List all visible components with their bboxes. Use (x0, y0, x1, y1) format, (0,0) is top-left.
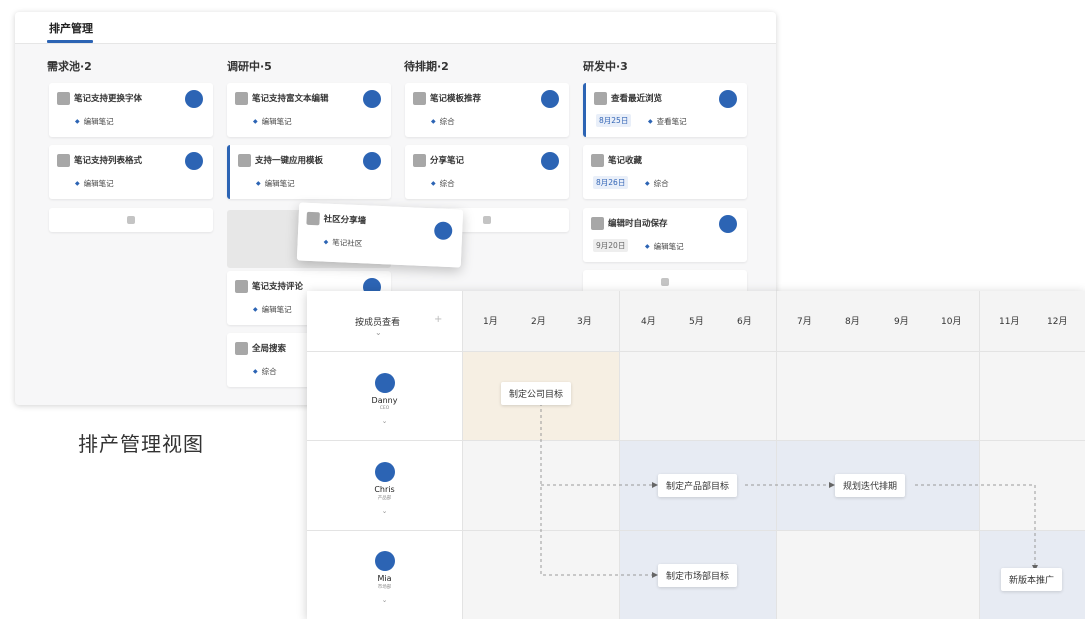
connector-line (540, 403, 652, 576)
add-icon (127, 216, 135, 224)
card-type-icon (594, 92, 607, 105)
add-icon (483, 216, 491, 224)
card-tag: 编辑笔记 (645, 241, 684, 252)
card-tag: 综合 (431, 178, 455, 189)
card-type-icon (235, 280, 248, 293)
card-title: 编辑时自动保存 (608, 219, 668, 229)
card-title: 支持一键应用模板 (255, 156, 324, 166)
assignee-avatar[interactable] (719, 90, 737, 108)
card-type-icon (57, 92, 70, 105)
assignee-avatar[interactable] (185, 152, 203, 170)
tab-active-indicator (47, 40, 93, 43)
card-tag: 编辑笔记 (75, 116, 114, 127)
dragging-card-body: 社区分享墙 笔记社区 (296, 202, 464, 268)
card-title: 笔记收藏 (608, 156, 643, 166)
add-icon (661, 278, 669, 286)
assignee-avatar[interactable] (363, 90, 381, 108)
card-tag: 编辑笔记 (253, 304, 292, 315)
kanban-card[interactable]: 笔记收藏 8月26日 综合 (583, 145, 747, 199)
column-title-development: 研发中·3 (583, 60, 628, 73)
card-tag: 编辑笔记 (256, 178, 295, 189)
card-tag: 综合 (253, 366, 277, 377)
card-tag: 综合 (645, 178, 669, 189)
card-tag: 综合 (431, 116, 455, 127)
card-title: 笔记支持列表格式 (74, 156, 143, 166)
kanban-card[interactable]: 笔记支持富文本编辑 编辑笔记 (227, 83, 391, 137)
tab-production-management[interactable]: 排产管理 (49, 20, 93, 36)
card-type-icon (235, 342, 248, 355)
card-title: 全局搜索 (252, 344, 287, 354)
card-type-icon (306, 211, 320, 226)
kanban-topbar: 排产管理 (15, 12, 776, 44)
kanban-card[interactable]: 笔记模板推荐 综合 (405, 83, 569, 137)
kanban-card[interactable]: 分享笔记 综合 (405, 145, 569, 199)
kanban-card[interactable]: 编辑时自动保存 9月20日 编辑笔记 (583, 208, 747, 262)
card-title: 社区分享墙 (323, 214, 367, 227)
column-title-backlog: 需求池·2 (47, 60, 92, 73)
assignee-avatar[interactable] (185, 90, 203, 108)
task-bar[interactable]: 制定市场部目标 (658, 564, 738, 587)
kanban-card[interactable]: 笔记支持列表格式 编辑笔记 (49, 145, 213, 199)
assignee-avatar (433, 221, 453, 241)
column-title-research: 调研中·5 (227, 60, 272, 73)
dragging-card[interactable]: 社区分享墙 笔记社区 (296, 202, 464, 268)
card-title: 笔记支持更换字体 (74, 94, 143, 104)
task-bar[interactable]: 新版本推广 (1001, 568, 1063, 591)
card-type-icon (591, 154, 604, 167)
card-type-icon (238, 154, 251, 167)
kanban-card[interactable]: 查看最近浏览 8月25日 查看笔记 (583, 83, 747, 137)
kanban-caption: 排产管理视图 (78, 432, 204, 456)
kanban-card[interactable]: 支持一键应用模板 编辑笔记 (227, 145, 391, 199)
task-bar[interactable]: 规划迭代排期 (835, 474, 906, 497)
connector-line (915, 484, 1036, 565)
due-date-badge: 9月20日 (593, 239, 629, 252)
kanban-card[interactable]: 笔记支持更换字体 编辑笔记 (49, 83, 213, 137)
card-tag: 查看笔记 (648, 116, 687, 127)
assignee-avatar[interactable] (363, 152, 381, 170)
due-date-badge: 8月26日 (593, 176, 629, 189)
card-type-icon (57, 154, 70, 167)
card-title: 笔记支持富文本编辑 (252, 94, 329, 104)
assignee-avatar[interactable] (541, 152, 559, 170)
card-tag: 编辑笔记 (253, 116, 292, 127)
card-title: 笔记支持评论 (252, 282, 304, 292)
card-type-icon (413, 92, 426, 105)
task-bar[interactable]: 制定产品部目标 (658, 474, 738, 497)
task-bar[interactable]: 制定公司目标 (501, 382, 572, 405)
card-type-icon (413, 154, 426, 167)
assignee-avatar[interactable] (719, 215, 737, 233)
card-tag: 笔记社区 (323, 237, 362, 250)
timeline-window: 按成员查看 ⌄ + 1月 2月 3月 4月 5月 6月 7月 8月 9月 10月… (307, 291, 1085, 619)
card-title: 笔记模板推荐 (430, 94, 482, 104)
column-title-scheduling: 待排期·2 (404, 60, 449, 73)
card-title: 分享笔记 (430, 156, 465, 166)
add-card-button[interactable] (49, 208, 213, 232)
card-type-icon (591, 217, 604, 230)
card-type-icon (235, 92, 248, 105)
due-date-badge: 8月25日 (596, 114, 632, 127)
assignee-avatar[interactable] (541, 90, 559, 108)
card-title: 查看最近浏览 (611, 94, 663, 104)
card-tag: 编辑笔记 (75, 178, 114, 189)
